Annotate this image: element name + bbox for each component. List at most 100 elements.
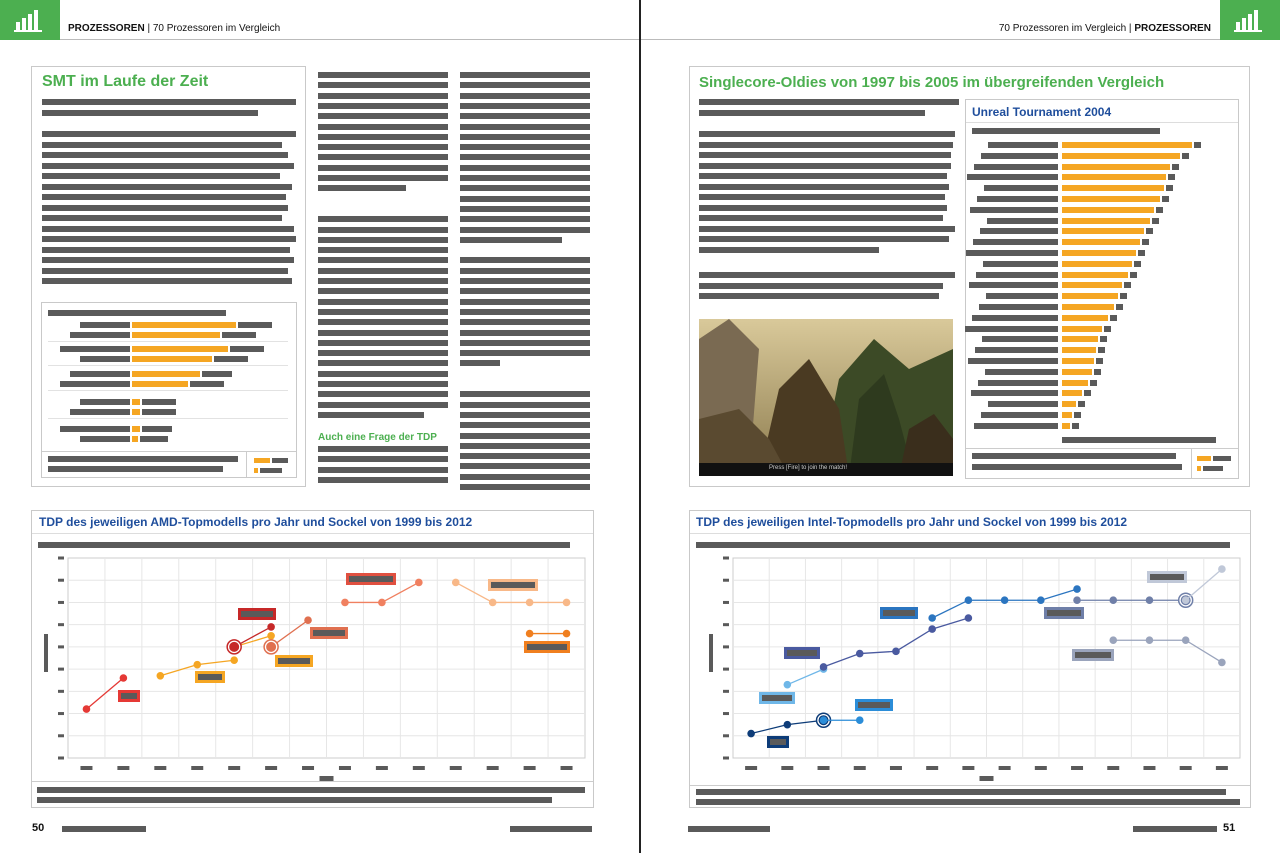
y-tick-label — [58, 600, 64, 604]
text-line — [460, 319, 590, 326]
text-line — [318, 288, 448, 295]
x-tick-label — [302, 766, 315, 770]
text-line — [318, 72, 448, 78]
data-point — [964, 614, 973, 622]
data-point — [1000, 596, 1009, 605]
benchmark-bar — [1062, 412, 1072, 418]
y-tick-label — [723, 667, 729, 671]
text-line — [318, 175, 448, 181]
text-line — [699, 236, 949, 242]
y-tick-label — [58, 645, 64, 649]
header-section: PROZESSOREN — [1134, 23, 1211, 34]
x-axis-label — [979, 776, 994, 781]
left-page: PROZESSOREN | 70 Prozessoren im Vergleic… — [0, 0, 639, 853]
text-line — [460, 473, 590, 480]
x-tick-label — [817, 766, 830, 770]
text-line — [460, 442, 590, 449]
x-tick-label — [1034, 766, 1047, 770]
y-tick-label — [723, 689, 729, 693]
text-line — [699, 246, 879, 253]
data-point — [819, 716, 828, 725]
legend-swatch-nosmt — [254, 468, 258, 473]
text-line — [42, 173, 280, 179]
text-line — [318, 308, 448, 315]
benchmark-bar — [1062, 228, 1144, 235]
smt-bar-chart — [41, 302, 297, 478]
text-line — [318, 456, 448, 463]
y-tick-label — [723, 734, 729, 738]
intel-line-plot — [709, 556, 1241, 781]
benchmark-bar — [1062, 196, 1160, 202]
game-screenshot: Press [Fire] to join the match! — [699, 319, 953, 476]
x-tick-label — [962, 766, 975, 770]
benchmark-bar — [1062, 401, 1076, 408]
text-line — [460, 164, 590, 171]
y-axis-label — [44, 634, 48, 672]
benchmark-bar — [1062, 260, 1132, 267]
x-tick-label — [1071, 766, 1084, 770]
data-point — [525, 598, 534, 607]
text-line — [318, 226, 448, 233]
x-tick-label — [781, 766, 794, 770]
legend-swatch-min — [1197, 466, 1201, 471]
benchmark-bar — [1062, 390, 1082, 397]
benchmark-bar — [1062, 152, 1180, 159]
y-tick-label — [723, 556, 729, 560]
header-section: PROZESSOREN — [68, 23, 145, 34]
y-tick-label — [58, 734, 64, 738]
text-line — [318, 164, 448, 171]
data-point — [1073, 596, 1081, 605]
benchmark-bar — [1062, 368, 1092, 375]
text-line — [318, 401, 448, 408]
box-title: Singlecore-Oldies von 1997 bis 2005 im ü… — [699, 74, 1165, 91]
y-tick-label — [58, 689, 64, 693]
y-axis-label — [709, 634, 713, 672]
benchmark-bar — [1062, 282, 1122, 289]
smt-bar — [132, 332, 220, 338]
benchmark-bar — [1062, 206, 1154, 213]
x-tick-label — [117, 766, 130, 770]
y-tick-label — [723, 600, 729, 604]
text-line — [318, 391, 448, 398]
data-point — [1218, 565, 1226, 573]
benchmark-bar — [1062, 325, 1102, 332]
x-tick-label — [228, 766, 241, 770]
benchmark-bar — [1062, 304, 1114, 310]
text-line — [318, 154, 448, 161]
text-line — [460, 175, 590, 181]
text-line — [699, 225, 955, 232]
data-point — [783, 680, 792, 689]
y-tick-label — [723, 712, 729, 716]
smt-bar — [132, 409, 140, 415]
text-line — [699, 131, 955, 137]
y-tick-label — [723, 645, 729, 649]
data-point — [227, 639, 242, 654]
data-point — [119, 674, 128, 682]
benchmark-bar — [1062, 185, 1164, 192]
text-line — [42, 267, 288, 274]
data-point — [267, 623, 275, 631]
text-line — [42, 162, 294, 169]
x-tick-label — [1143, 766, 1156, 770]
text-line — [699, 215, 943, 221]
text-line — [318, 133, 448, 140]
data-point — [1218, 658, 1226, 667]
y-tick-label — [58, 667, 64, 671]
text-line — [460, 329, 590, 336]
text-line — [699, 204, 947, 211]
data-point — [415, 578, 423, 587]
data-point — [378, 598, 386, 607]
x-tick-label — [191, 766, 204, 770]
data-point — [1181, 636, 1190, 645]
text-line — [318, 476, 448, 483]
text-line — [318, 236, 448, 243]
benchmark-bar — [1062, 336, 1098, 343]
text-line — [318, 360, 448, 367]
amd-line-plot — [44, 556, 586, 781]
data-point — [562, 629, 571, 638]
y-tick-label — [723, 756, 729, 760]
x-tick-label — [80, 766, 93, 770]
text-line — [318, 82, 448, 89]
data-point — [964, 596, 973, 605]
benchmark-bar — [1062, 314, 1108, 321]
